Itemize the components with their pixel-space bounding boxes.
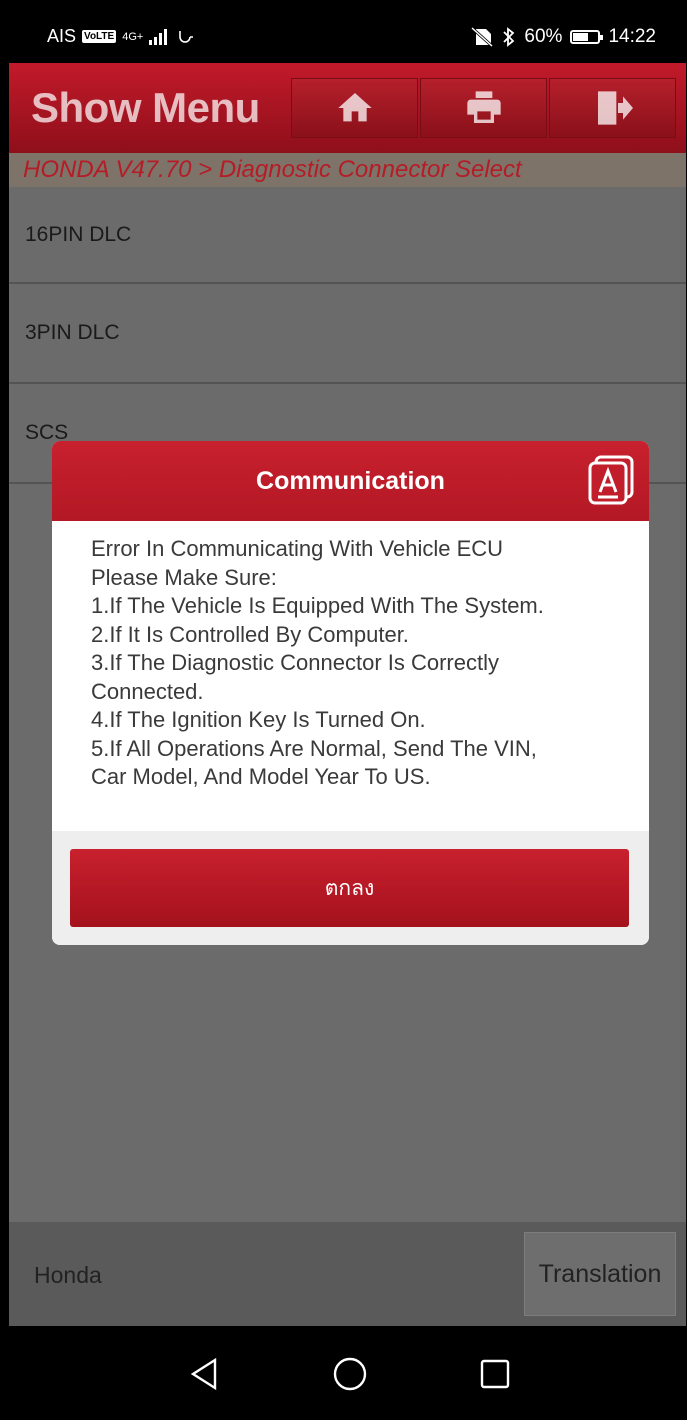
print-icon bbox=[466, 91, 501, 123]
connector-list: 16PIN DLC 3PIN DLC SCS bbox=[9, 187, 686, 484]
no-sim-icon bbox=[471, 26, 494, 47]
diagnostic-usb-icon bbox=[179, 30, 194, 43]
ok-button[interactable]: ตกลง bbox=[70, 849, 629, 927]
message-line: 3.If The Diagnostic Connector Is Correct… bbox=[91, 650, 499, 675]
bottom-bar: Honda Translation bbox=[9, 1222, 686, 1326]
home-icon bbox=[337, 93, 372, 122]
home-circle-icon bbox=[333, 1357, 367, 1391]
network-type: 4G+ bbox=[122, 30, 144, 43]
list-item-3pin-dlc[interactable]: 3PIN DLC bbox=[9, 284, 686, 384]
message-line: Car Model, And Model Year To US. bbox=[91, 764, 431, 789]
message-line: 4.If The Ignition Key Is Turned On. bbox=[91, 707, 426, 732]
back-triangle-icon bbox=[190, 1357, 217, 1391]
list-item-16pin-dlc[interactable]: 16PIN DLC bbox=[9, 187, 686, 284]
breadcrumb: HONDA V47.70 > Diagnostic Connector Sele… bbox=[9, 153, 686, 187]
recents-button[interactable] bbox=[475, 1354, 515, 1399]
print-button[interactable] bbox=[420, 78, 547, 138]
message-line: 5.If All Operations Are Normal, Send The… bbox=[91, 735, 537, 761]
volte-badge: VoLTE bbox=[82, 30, 117, 43]
message-line: 1.If The Vehicle Is Equipped With The Sy… bbox=[91, 593, 544, 618]
dialog-header: Communication bbox=[52, 441, 649, 521]
translation-button[interactable]: Translation bbox=[524, 1232, 676, 1316]
exit-button[interactable] bbox=[549, 78, 676, 138]
home-button[interactable] bbox=[291, 78, 418, 138]
communication-dialog: Communication Error In Communicating Wit… bbox=[52, 441, 649, 945]
app-header: Show Menu bbox=[9, 63, 686, 153]
app-screen: AIS VoLTE 4G+ 60% 14:22 Show Menu HONDA … bbox=[9, 10, 686, 1420]
back-button[interactable] bbox=[185, 1354, 225, 1399]
battery-percent: 60% bbox=[524, 25, 563, 47]
dialog-message: Error In Communicating With Vehicle ECU … bbox=[52, 521, 649, 831]
message-line: 2.If It Is Controlled By Computer. bbox=[91, 621, 409, 647]
dialog-footer: ตกลง bbox=[52, 831, 649, 945]
font-size-icon[interactable] bbox=[587, 454, 637, 506]
bluetooth-icon bbox=[503, 26, 515, 47]
home-nav-button[interactable] bbox=[330, 1354, 370, 1399]
message-line: Connected. bbox=[91, 678, 204, 704]
carrier-name: AIS bbox=[47, 26, 77, 46]
message-line: Error In Communicating With Vehicle ECU bbox=[91, 536, 504, 561]
status-bar: AIS VoLTE 4G+ 60% 14:22 bbox=[9, 10, 686, 63]
page-title: Show Menu bbox=[31, 84, 260, 131]
system-nav-bar bbox=[9, 1326, 686, 1420]
exit-icon bbox=[597, 91, 633, 125]
battery-icon bbox=[570, 29, 604, 44]
clock: 14:22 bbox=[608, 25, 656, 47]
recents-square-icon bbox=[480, 1359, 510, 1389]
dialog-title: Communication bbox=[256, 466, 445, 495]
message-line: Please Make Sure: bbox=[91, 564, 277, 590]
signal-icon bbox=[149, 28, 168, 45]
vehicle-brand: Honda bbox=[34, 1262, 102, 1288]
